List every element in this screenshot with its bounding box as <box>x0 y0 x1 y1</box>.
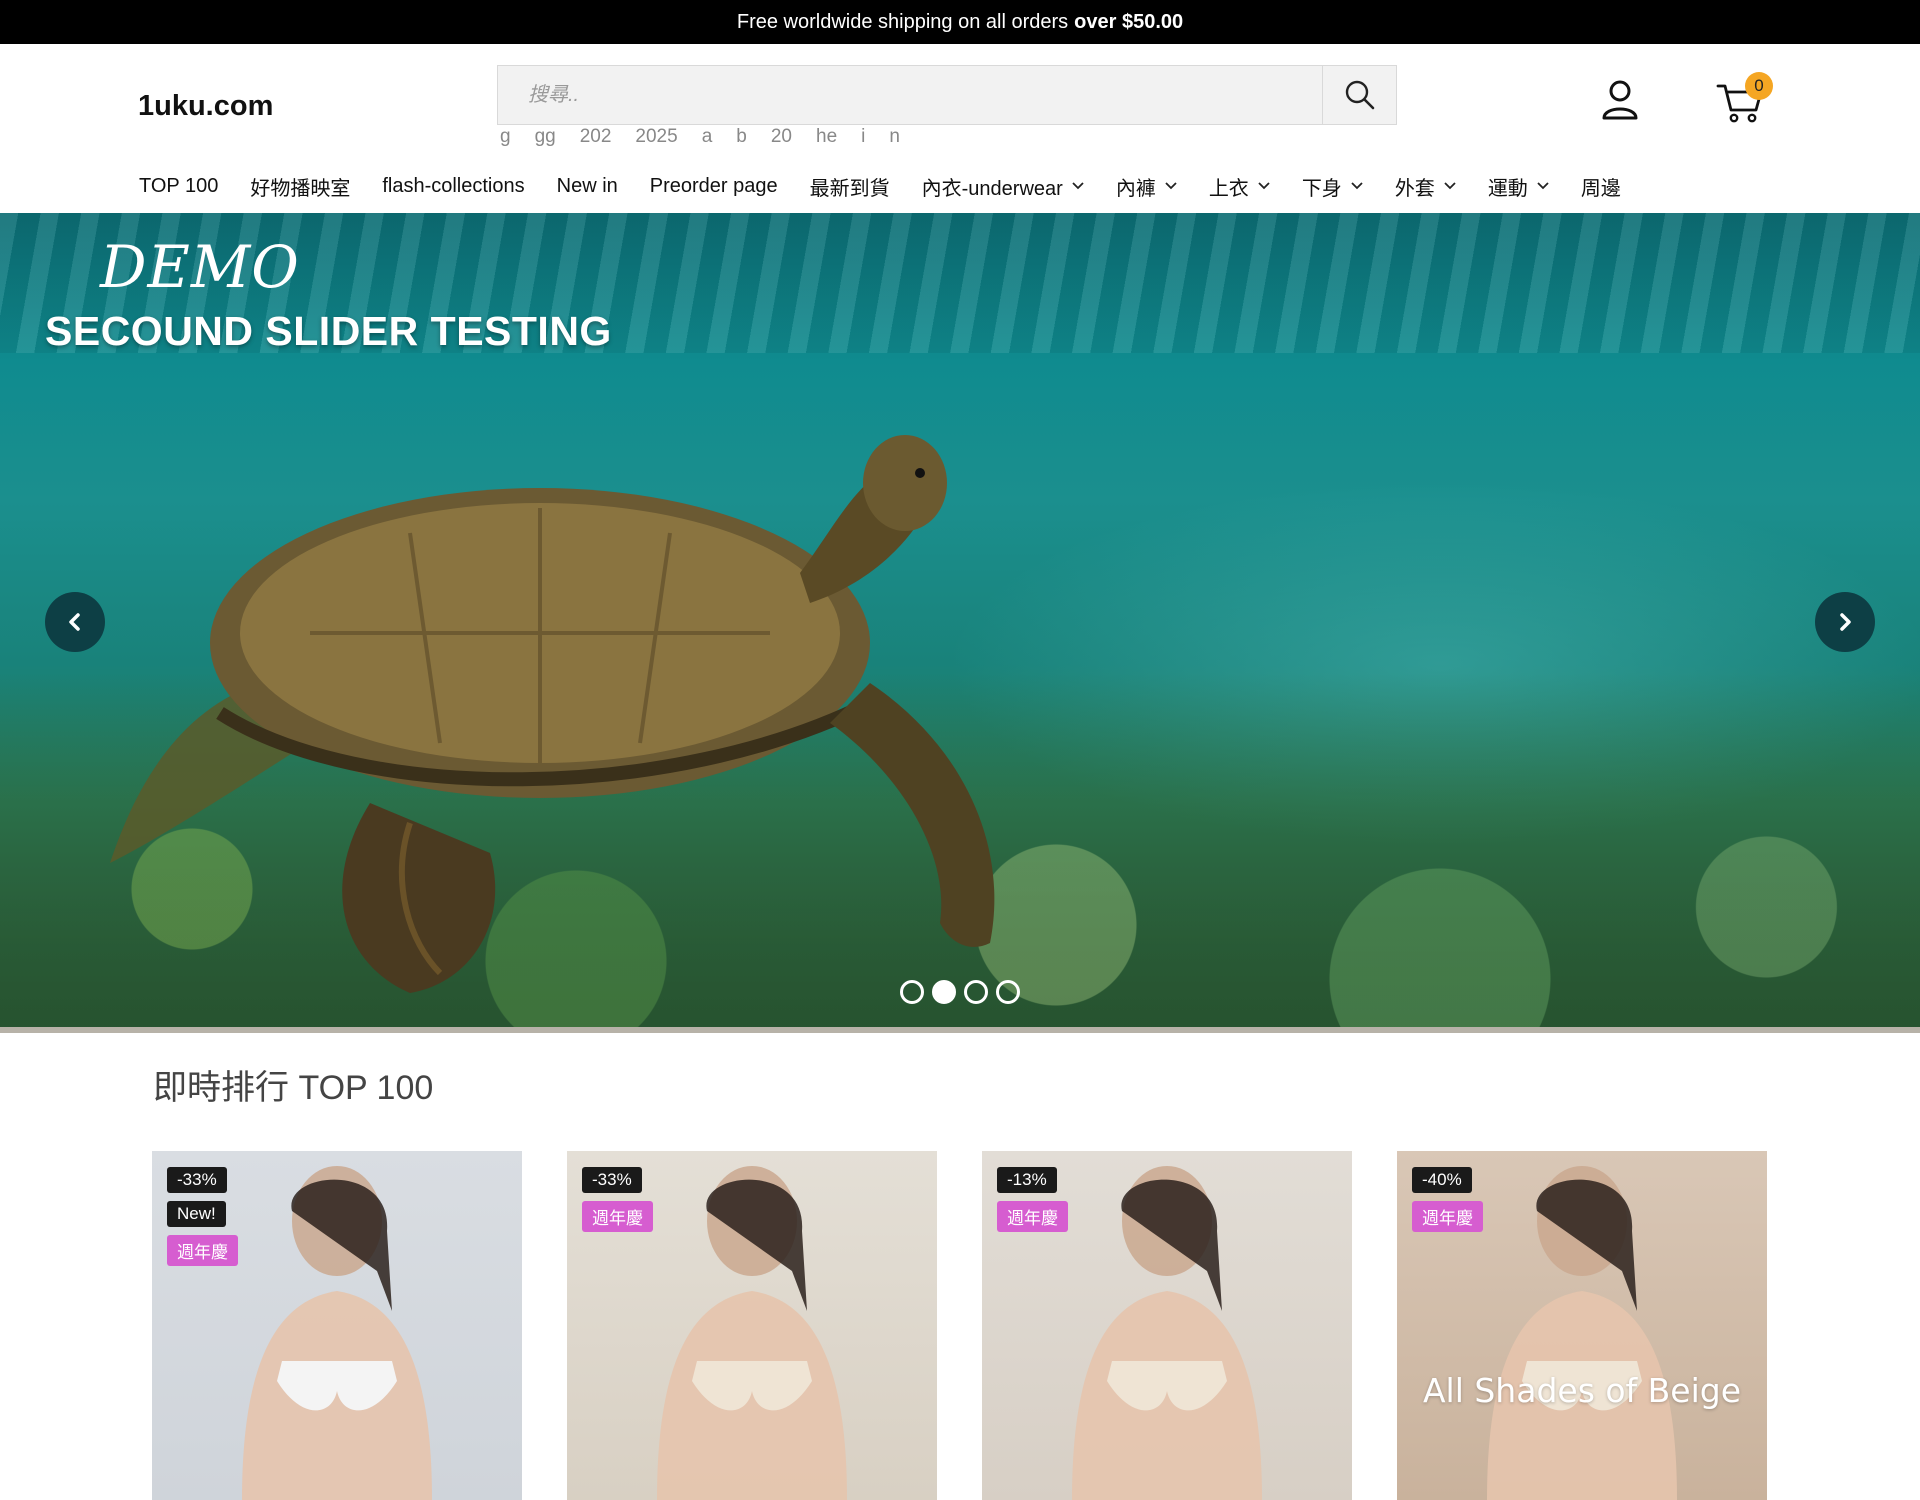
chevron-left-icon <box>69 613 80 631</box>
discount-badge: -13% <box>997 1167 1057 1193</box>
announcement-text: Free worldwide shipping on all orders <box>736 10 1069 33</box>
chevron-down-icon <box>1165 182 1177 190</box>
nav-item-label: Preorder page <box>649 174 778 197</box>
section-title: 即時排行 TOP 100 <box>153 1069 434 1107</box>
hero-title: SECOUND SLIDER TESTING <box>45 308 612 354</box>
slider-dot[interactable] <box>900 980 924 1004</box>
search-suggestions: g gg 202 2025 a b 20 he i n <box>500 126 912 148</box>
chevron-down-icon <box>1537 182 1549 190</box>
search-suggestion[interactable]: a <box>690 126 725 148</box>
nav-item-label: 上衣 <box>1208 177 1249 200</box>
nav-item-label: 好物播映室 <box>250 177 351 200</box>
nav-item[interactable]: 下身 <box>1302 172 1363 201</box>
nav-item[interactable]: 周邊 <box>1581 172 1621 201</box>
nav-item[interactable]: 內褲 <box>1116 172 1177 201</box>
product-badges: -33% New! 週年慶 <box>167 1167 238 1266</box>
product-card[interactable]: -33% 週年慶 <box>567 1151 937 1500</box>
hero-slider: DEMO SECOUND SLIDER TESTING <box>0 213 1920 1033</box>
search-input[interactable] <box>498 66 1322 124</box>
nav-item-label: 內衣-underwear <box>921 177 1063 200</box>
cart-count-badge: 0 <box>1745 72 1773 100</box>
product-card[interactable]: -33% New! 週年慶 <box>152 1151 522 1500</box>
slider-dot[interactable] <box>932 980 956 1004</box>
nav-item[interactable]: TOP 100 <box>139 175 218 198</box>
nav-item-label: 周邊 <box>1580 177 1621 200</box>
search-suggestion[interactable]: n <box>877 126 912 148</box>
product-badges: -13% 週年慶 <box>997 1167 1068 1232</box>
discount-badge: -40% <box>1412 1167 1472 1193</box>
slider-pagination <box>900 980 1020 1004</box>
search-bar <box>497 65 1397 125</box>
nav-item[interactable]: Preorder page <box>650 175 778 198</box>
nav-item[interactable]: 運動 <box>1488 172 1549 201</box>
product-card[interactable]: -40% 週年慶 All Shades of Beige <box>1397 1151 1767 1500</box>
search-suggestion[interactable]: i <box>849 126 877 148</box>
announcement-bar: Free worldwide shipping on all orders ov… <box>0 0 1920 44</box>
chevron-down-icon <box>1258 182 1270 190</box>
search-suggestion[interactable]: 202 <box>568 126 624 148</box>
nav-item[interactable]: New in <box>557 175 618 198</box>
slider-prev-button[interactable] <box>45 592 105 652</box>
search-suggestion[interactable]: 20 <box>759 126 804 148</box>
product-grid: -33% New! 週年慶 -33% 週年慶 -13% 週年慶 -40% 週年慶 All Shad… <box>152 1151 1767 1500</box>
nav-item-label: flash-collections <box>382 174 525 197</box>
nav-item[interactable]: 內衣-underwear <box>922 172 1084 201</box>
chevron-down-icon <box>1072 182 1084 190</box>
product-badges: -40% 週年慶 <box>1412 1167 1483 1232</box>
discount-badge: -33% <box>167 1167 227 1193</box>
promo-badge: 週年慶 <box>167 1235 238 1266</box>
nav-item[interactable]: 外套 <box>1395 172 1456 201</box>
nav-item-label: 外套 <box>1394 177 1435 200</box>
promo-badge: 週年慶 <box>1412 1201 1483 1232</box>
main-nav: TOP 100 好物播映室 flash-collections New in Preor… <box>139 170 1653 202</box>
nav-item-label: New in <box>556 174 618 197</box>
product-card[interactable]: -13% 週年慶 <box>982 1151 1352 1500</box>
nav-item-label: TOP 100 <box>139 174 219 197</box>
nav-item-label: 下身 <box>1301 177 1342 200</box>
search-button[interactable] <box>1322 66 1396 124</box>
search-suggestion[interactable]: he <box>804 126 849 148</box>
chevron-right-icon <box>1840 613 1851 631</box>
discount-badge: New! <box>167 1201 226 1227</box>
nav-item-label: 運動 <box>1487 177 1528 200</box>
hero-bottom-divider <box>0 1027 1920 1033</box>
search-icon <box>1345 80 1374 110</box>
search-suggestion[interactable]: g <box>500 126 523 148</box>
product-badges: -33% 週年慶 <box>582 1167 653 1232</box>
nav-item-label: 最新到貨 <box>809 177 890 200</box>
promo-badge: 週年慶 <box>997 1201 1068 1232</box>
sea-turtle-image <box>110 435 995 993</box>
nav-item[interactable]: 上衣 <box>1209 172 1270 201</box>
search-suggestion[interactable]: gg <box>523 126 568 148</box>
nav-item[interactable]: 好物播映室 <box>250 172 350 201</box>
slider-dot[interactable] <box>964 980 988 1004</box>
nav-item[interactable]: 最新到貨 <box>810 172 890 201</box>
promo-badge: 週年慶 <box>582 1201 653 1232</box>
account-icon[interactable] <box>1600 78 1640 122</box>
slider-next-button[interactable] <box>1815 592 1875 652</box>
slider-dot[interactable] <box>996 980 1020 1004</box>
discount-badge: -33% <box>582 1167 642 1193</box>
hero-script-text: DEMO <box>100 233 300 301</box>
nav-item[interactable]: flash-collections <box>382 175 524 198</box>
search-suggestion[interactable]: b <box>724 126 759 148</box>
nav-item-label: 內褲 <box>1115 177 1156 200</box>
search-suggestion[interactable]: 2025 <box>623 126 689 148</box>
chevron-down-icon <box>1444 182 1456 190</box>
chevron-down-icon <box>1351 182 1363 190</box>
product-overlay-text: All Shades of Beige <box>1422 1371 1742 1410</box>
site-logo[interactable]: 1uku.com <box>138 90 273 123</box>
announcement-emphasis: over $50.00 <box>1074 10 1184 33</box>
